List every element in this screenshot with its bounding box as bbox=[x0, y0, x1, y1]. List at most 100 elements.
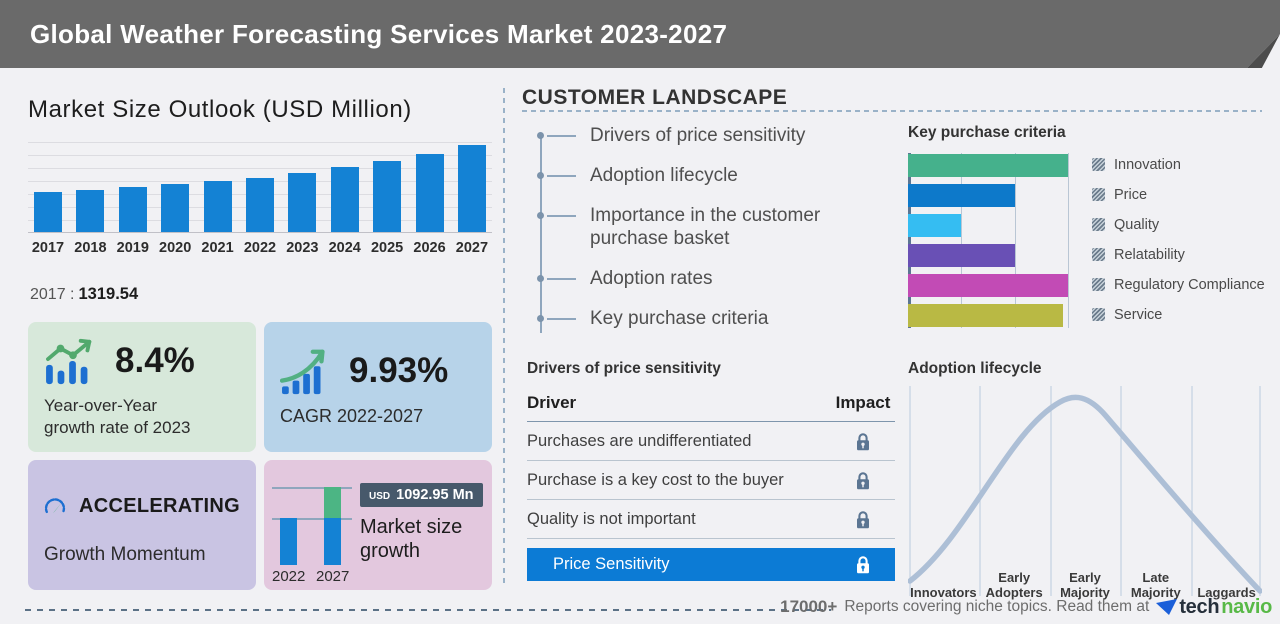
landscape-item: Adoption rates bbox=[537, 267, 878, 290]
kpc-bar bbox=[908, 304, 1063, 327]
adoption-lifecycle-chart: Innovators Early Adopters Early Majority La… bbox=[907, 386, 1263, 601]
market-size-bar bbox=[415, 154, 444, 232]
x-axis-tick-label: 2019 bbox=[116, 240, 149, 256]
driver-label: Purchase is a key cost to the buyer bbox=[527, 470, 784, 489]
growth-momentum-card: ACCELERATING Growth Momentum bbox=[28, 460, 256, 590]
technavio-triangle-icon bbox=[1156, 598, 1178, 615]
x-axis-tick-label: 2020 bbox=[159, 240, 192, 256]
market-size-bar bbox=[288, 173, 317, 232]
adoption-lifecycle-section: Adoption lifecycle Innovators Early Adopt… bbox=[907, 360, 1270, 601]
logo-navio: navio bbox=[1221, 595, 1272, 618]
landscape-item: Drivers of price sensitivity bbox=[537, 124, 878, 147]
landscape-item: Key purchase criteria bbox=[537, 307, 878, 330]
market-size-bar bbox=[76, 190, 105, 232]
x-axis-tick-label: 2026 bbox=[413, 240, 446, 256]
market-size-growth-card: 2022 2027 USD 1092.95 Mn Market size gro… bbox=[264, 460, 492, 590]
yoy-value: 8.4% bbox=[115, 341, 195, 381]
x-axis-tick-label: 2025 bbox=[370, 240, 404, 256]
technavio-logo[interactable]: tech navio bbox=[1156, 596, 1272, 619]
legend-hatch-icon bbox=[1092, 308, 1105, 321]
footer: 17000+ Reports covering niche topics. Re… bbox=[780, 593, 1272, 621]
x-axis-tick-label: 2017 bbox=[31, 240, 65, 256]
yoy-growth-card: 8.4% Year-over-Year growth rate of 2023 bbox=[28, 322, 256, 452]
x-axis-tick-label: 2021 bbox=[201, 240, 234, 256]
bar-column bbox=[284, 173, 320, 232]
legend-hatch-icon bbox=[1092, 218, 1105, 231]
x-axis-tick-label: 2018 bbox=[74, 240, 107, 256]
bar-column bbox=[454, 145, 490, 232]
driver-label: Purchases are undifferentiated bbox=[527, 431, 752, 450]
dashed-underline bbox=[522, 110, 1262, 112]
lock-icon bbox=[855, 470, 871, 491]
yoy-label: Year-over-Year growth rate of 2023 bbox=[44, 396, 191, 437]
currency-label: USD bbox=[369, 491, 391, 502]
bar-column bbox=[412, 154, 448, 232]
mini-chart-year: 2027 bbox=[316, 568, 350, 585]
bar-chart-plot bbox=[28, 142, 492, 233]
cagr-card: 9.93% CAGR 2022-2027 bbox=[264, 322, 492, 452]
customer-landscape-list: Drivers of price sensitivity Adoption lif… bbox=[537, 124, 878, 347]
market-size-bar bbox=[203, 181, 232, 232]
legend-hatch-icon bbox=[1092, 278, 1105, 291]
bar-column bbox=[157, 184, 193, 232]
growth-value-badge: USD 1092.95 Mn bbox=[360, 483, 483, 507]
driver-row: Quality is not important bbox=[527, 500, 895, 539]
legend-label: Price bbox=[1114, 186, 1148, 203]
report-count: 17000+ bbox=[780, 597, 838, 616]
annotation-value: 1319.54 bbox=[78, 285, 139, 303]
legend-label: Regulatory Compliance bbox=[1114, 276, 1265, 293]
price-sensitivity-label: Price Sensitivity bbox=[553, 555, 670, 573]
page-title: Global Weather Forecasting Services Mark… bbox=[30, 19, 728, 49]
growth-mini-chart: 2022 2027 USD 1092.95 Mn Market size gro… bbox=[264, 460, 492, 590]
price-sensitivity-section: Drivers of price sensitivity Driver Impa… bbox=[527, 360, 895, 581]
kpc-bar bbox=[908, 274, 1068, 297]
lock-icon bbox=[855, 431, 871, 452]
cagr-label: CAGR 2022-2027 bbox=[280, 406, 424, 427]
market-size-bar bbox=[118, 187, 147, 232]
legend-label: Service bbox=[1114, 306, 1163, 323]
bar-column bbox=[369, 161, 405, 232]
momentum-label: Growth Momentum bbox=[44, 544, 206, 566]
key-purchase-criteria-title: Key purchase criteria bbox=[908, 124, 1066, 141]
column-driver: Driver bbox=[527, 393, 577, 412]
mini-chart-year: 2022 bbox=[272, 568, 306, 585]
market-outlook-title: Market Size Outlook (USD Million) bbox=[28, 96, 412, 123]
bar-column bbox=[30, 192, 66, 232]
legend-item: Regulatory Compliance bbox=[1092, 273, 1265, 296]
growth-curve-icon bbox=[280, 349, 325, 395]
kpc-bar bbox=[908, 214, 961, 237]
kpc-bar bbox=[908, 244, 1015, 267]
legend-hatch-icon bbox=[1092, 188, 1105, 201]
x-axis-tick-label: 2027 bbox=[455, 240, 489, 256]
x-axis-tick-label: 2023 bbox=[286, 240, 319, 256]
mini-bar-2027-base bbox=[324, 518, 341, 565]
market-size-bar bbox=[373, 161, 402, 232]
legend-item: Innovation bbox=[1092, 153, 1265, 176]
x-axis-tick-label: 2022 bbox=[243, 240, 277, 256]
market-size-bar bbox=[161, 184, 190, 232]
price-sensitivity-bar: Price Sensitivity bbox=[527, 548, 895, 581]
mini-bar-2022 bbox=[280, 518, 297, 565]
bell-curve-graphic bbox=[907, 386, 1263, 596]
market-size-bar-chart: 2017 2018 2019 2020 2021 2022 2023 2024 2025 2026… bbox=[28, 142, 492, 256]
market-size-bar bbox=[245, 178, 274, 232]
legend-hatch-icon bbox=[1092, 248, 1105, 261]
momentum-value: ACCELERATING bbox=[78, 494, 240, 517]
bar-column bbox=[200, 181, 236, 232]
adoption-lifecycle-title: Adoption lifecycle bbox=[908, 360, 1042, 377]
market-size-bar bbox=[457, 145, 486, 232]
chart-annotation: 2017 :1319.54 bbox=[30, 285, 138, 304]
legend-item: Quality bbox=[1092, 213, 1265, 236]
speedometer-icon bbox=[44, 498, 66, 514]
section-divider bbox=[503, 88, 505, 586]
lock-icon bbox=[855, 509, 871, 530]
lock-icon bbox=[855, 554, 871, 575]
header-bar: Global Weather Forecasting Services Mark… bbox=[0, 0, 1280, 68]
market-size-bar bbox=[330, 167, 359, 232]
footer-text: Reports covering niche topics. Read them… bbox=[844, 598, 1150, 615]
growth-label: Market size growth bbox=[360, 516, 463, 562]
growth-value: 1092.95 Mn bbox=[396, 487, 474, 503]
kpc-bar-plot bbox=[908, 153, 1070, 328]
mini-bar-2027-increment bbox=[324, 487, 341, 518]
annotation-year: 2017 : bbox=[30, 286, 75, 303]
